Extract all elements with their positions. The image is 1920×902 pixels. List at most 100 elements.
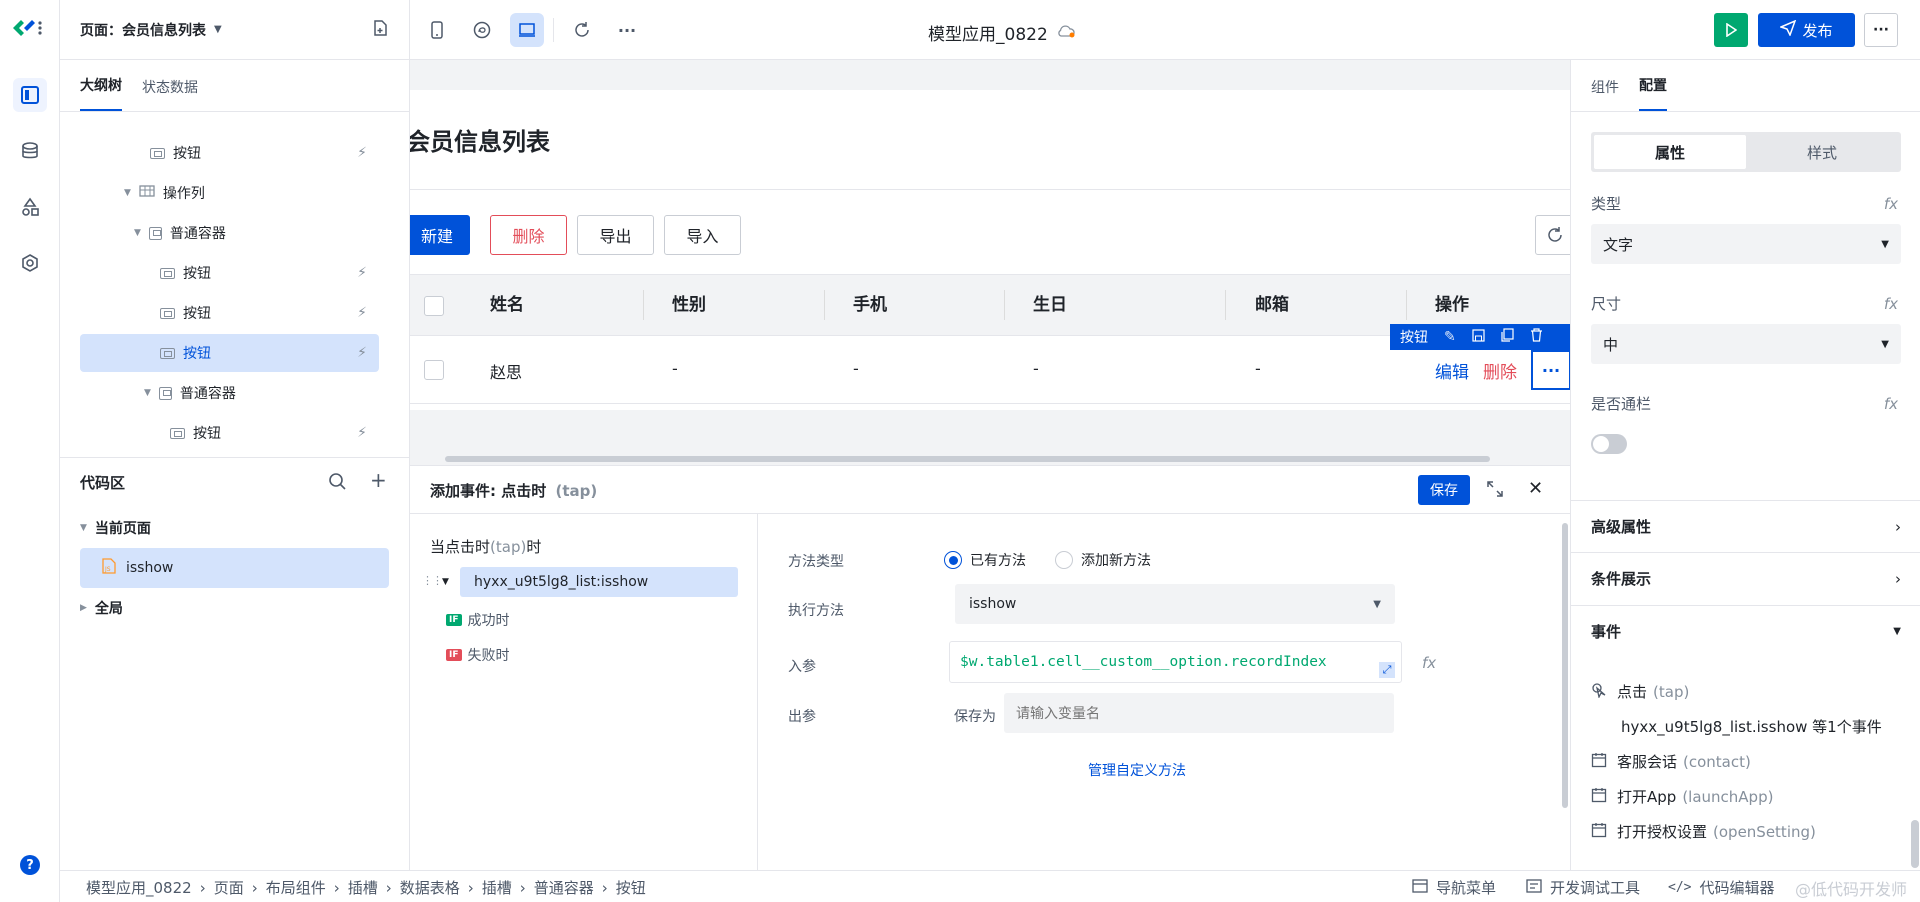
fx-icon[interactable]: fx	[1422, 654, 1436, 672]
table-refresh-icon[interactable]	[1535, 215, 1570, 255]
caret-down-icon[interactable]: ▼	[134, 228, 141, 238]
select-all-checkbox[interactable]	[424, 296, 444, 316]
refresh-icon[interactable]	[565, 13, 599, 47]
tree-node[interactable]: 按钮 ⚡	[80, 294, 379, 332]
settings-icon[interactable]	[13, 246, 47, 280]
preview-run-button[interactable]	[1714, 13, 1748, 47]
expand-icon[interactable]	[1486, 480, 1504, 502]
publish-button[interactable]: 发布	[1758, 13, 1855, 47]
event-tap[interactable]: 点击 (tap)	[1591, 681, 1689, 702]
segment-style[interactable]: 样式	[1746, 135, 1898, 169]
tree-node[interactable]: ▼ 普通容器	[80, 214, 379, 252]
fx-icon[interactable]: fx	[1884, 195, 1898, 213]
caret-down-icon[interactable]: ▼	[442, 577, 449, 587]
global-group[interactable]: ▶ 全局	[80, 598, 123, 618]
horizontal-scrollbar[interactable]	[445, 456, 1490, 462]
event-bolt-icon[interactable]: ⚡	[357, 345, 367, 361]
caret-down-icon[interactable]: ▼	[124, 188, 131, 198]
fail-branch[interactable]: IF 失败时	[446, 645, 510, 665]
breadcrumb-item[interactable]: 数据表格	[400, 877, 460, 898]
action-node[interactable]: hyxx_u9t5lg8_list:isshow	[460, 567, 738, 597]
size-select[interactable]: 中 ▼	[1591, 324, 1901, 364]
page-selector[interactable]: 页面：会员信息列表 ▼	[60, 0, 409, 60]
event-save-button[interactable]: 保存	[1418, 475, 1470, 505]
type-select[interactable]: 文字 ▼	[1591, 224, 1901, 264]
tab-state-data[interactable]: 状态数据	[142, 77, 198, 111]
radio-new[interactable]: 添加新方法	[1055, 550, 1151, 570]
pencil-icon[interactable]: ✎	[1444, 329, 1456, 345]
code-editor-button[interactable]: </> 代码编辑器	[1668, 877, 1775, 898]
miniprogram-view-icon[interactable]	[465, 13, 499, 47]
exec-method-select[interactable]: isshow ▼	[955, 584, 1395, 624]
manage-methods-link[interactable]: 管理自定义方法	[1088, 760, 1186, 780]
caret-down-icon[interactable]: ▼	[144, 388, 151, 398]
new-button[interactable]: 新建	[410, 215, 470, 255]
nav-menu-button[interactable]: 导航菜单	[1412, 877, 1496, 898]
tab-components[interactable]: 组件	[1591, 77, 1619, 111]
col-header[interactable]: 操作	[1435, 290, 1469, 315]
fx-icon[interactable]: fx	[1884, 395, 1898, 413]
section-conditional[interactable]: 条件展示 ›	[1571, 552, 1920, 604]
search-icon[interactable]	[328, 472, 346, 494]
import-button[interactable]: 导入	[664, 215, 741, 255]
more-menu-button[interactable]: ···	[1864, 13, 1898, 47]
col-header[interactable]: 性别	[672, 290, 706, 315]
event-contact[interactable]: 客服会话 (contact)	[1591, 751, 1751, 772]
col-header[interactable]: 手机	[853, 290, 887, 315]
breadcrumb-item[interactable]: 页面	[214, 877, 244, 898]
event-bolt-icon[interactable]: ⚡	[357, 305, 367, 321]
breadcrumb-item[interactable]: 模型应用_0822	[86, 877, 192, 898]
row-checkbox[interactable]	[424, 360, 444, 380]
close-icon[interactable]: ✕	[1528, 478, 1543, 499]
outline-nav-icon[interactable]	[13, 78, 47, 112]
event-handler-summary[interactable]: hyxx_u9t5lg8_list.isshow 等1个事件	[1621, 716, 1882, 737]
current-page-group[interactable]: ▼ 当前页面	[80, 518, 151, 538]
fx-icon[interactable]: fx	[1884, 295, 1898, 313]
mobile-view-icon[interactable]	[420, 13, 454, 47]
drag-handle-icon[interactable]: ⋮⋮	[422, 574, 443, 587]
delete-button[interactable]: 删除	[490, 215, 567, 255]
add-icon[interactable]: +	[370, 468, 387, 492]
edit-link[interactable]: 编辑	[1435, 358, 1469, 383]
output-var-input[interactable]	[1004, 693, 1394, 733]
right-scrollbar[interactable]	[1911, 820, 1919, 868]
tree-node[interactable]: 按钮 ⚡	[80, 254, 379, 292]
vertical-scrollbar[interactable]	[1562, 523, 1568, 808]
tree-node[interactable]: ▼ 普通容器	[80, 374, 379, 412]
help-icon[interactable]: ?	[20, 855, 40, 875]
section-events[interactable]: 事件 ▼	[1571, 605, 1920, 657]
event-open-setting[interactable]: 打开授权设置 (openSetting)	[1591, 821, 1816, 842]
code-file-item[interactable]: JS isshow	[80, 548, 389, 588]
breadcrumb-item[interactable]: 普通容器	[534, 877, 594, 898]
export-button[interactable]: 导出	[577, 215, 654, 255]
database-icon[interactable]	[13, 134, 47, 168]
row-more-button[interactable]: ···	[1531, 350, 1570, 390]
more-icon[interactable]: ···	[610, 13, 644, 47]
save-icon[interactable]	[1472, 328, 1485, 346]
col-header[interactable]: 姓名	[490, 290, 524, 315]
input-param-field[interactable]: $w.table1.cell__custom__option.recordInd…	[949, 641, 1402, 683]
components-icon[interactable]	[13, 190, 47, 224]
desktop-view-icon[interactable]	[510, 13, 544, 47]
breadcrumb-item[interactable]: 布局组件	[266, 877, 326, 898]
trash-icon[interactable]	[1530, 328, 1543, 346]
copy-icon[interactable]	[1501, 328, 1514, 346]
add-page-icon[interactable]	[371, 19, 389, 41]
row-delete-link[interactable]: 删除	[1483, 358, 1517, 383]
tree-node-selected[interactable]: 按钮 ⚡	[80, 334, 379, 372]
block-toggle[interactable]	[1591, 434, 1627, 454]
breadcrumb-item[interactable]: 插槽	[348, 877, 378, 898]
tab-outline[interactable]: 大纲树	[80, 75, 122, 111]
dev-tools-button[interactable]: 开发调试工具	[1526, 877, 1640, 898]
success-branch[interactable]: IF 成功时	[446, 610, 510, 630]
event-bolt-icon[interactable]: ⚡	[357, 425, 367, 441]
col-header[interactable]: 邮箱	[1255, 290, 1289, 315]
tree-node[interactable]: 按钮 ⚡	[80, 134, 379, 172]
expand-editor-icon[interactable]: ⤢	[1379, 662, 1395, 678]
app-logo[interactable]	[10, 16, 44, 40]
breadcrumb-item[interactable]: 按钮	[616, 877, 646, 898]
event-launch-app[interactable]: 打开App (launchApp)	[1591, 786, 1773, 807]
tab-config[interactable]: 配置	[1639, 75, 1667, 111]
section-advanced[interactable]: 高级属性 ›	[1571, 500, 1920, 552]
tree-node[interactable]: ▼ 操作列	[80, 174, 379, 212]
